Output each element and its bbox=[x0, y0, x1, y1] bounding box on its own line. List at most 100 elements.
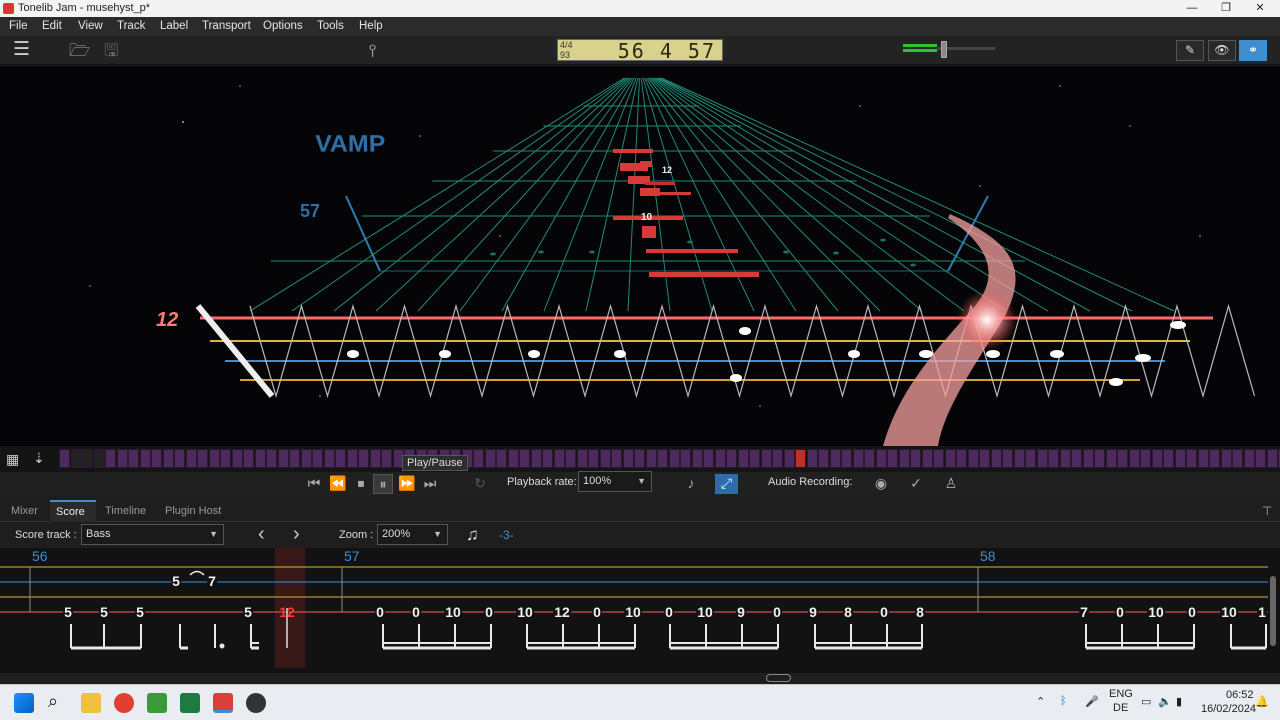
timeline-cell[interactable] bbox=[645, 449, 657, 468]
timeline-cell[interactable] bbox=[795, 449, 806, 468]
chrome-icon[interactable] bbox=[114, 693, 134, 713]
score-scrollbar[interactable] bbox=[1270, 576, 1276, 646]
timeline-cell[interactable] bbox=[346, 449, 358, 468]
timeline-cell[interactable] bbox=[1002, 449, 1013, 468]
timeline-cell[interactable] bbox=[921, 449, 933, 468]
timeline-cell[interactable] bbox=[864, 449, 875, 468]
sheet-app-icon[interactable] bbox=[147, 693, 167, 713]
timeline-cell[interactable] bbox=[1232, 449, 1243, 468]
bluetooth-icon[interactable]: ᛒ bbox=[1060, 695, 1067, 707]
timeline-cell[interactable] bbox=[1036, 449, 1048, 468]
timeline-cell[interactable] bbox=[749, 449, 760, 468]
timeline-cell[interactable] bbox=[220, 449, 231, 468]
timeline-cell[interactable] bbox=[783, 449, 795, 468]
minimize-button[interactable]: — bbox=[1176, 0, 1208, 17]
timeline-cell[interactable] bbox=[979, 449, 990, 468]
timeline-cell[interactable] bbox=[162, 449, 174, 468]
timeline-cell[interactable] bbox=[622, 449, 634, 468]
music-note-icon[interactable]: ♫ bbox=[466, 525, 479, 545]
timeline-cell[interactable] bbox=[323, 449, 335, 468]
timeline-cell[interactable] bbox=[519, 449, 530, 468]
timeline-cell[interactable] bbox=[289, 449, 300, 468]
tab-timeline[interactable]: Timeline bbox=[99, 500, 152, 522]
network-icon[interactable]: ▭ bbox=[1141, 695, 1151, 708]
timeline-cell[interactable] bbox=[484, 449, 496, 468]
timeline-cell[interactable] bbox=[277, 449, 289, 468]
timeline-cell[interactable] bbox=[737, 449, 749, 468]
timeline-cell[interactable] bbox=[496, 449, 507, 468]
timeline-cell[interactable] bbox=[818, 449, 829, 468]
timeline-cell[interactable] bbox=[369, 449, 381, 468]
tab-plugin-host[interactable]: Plugin Host bbox=[159, 500, 227, 522]
timeline-cell[interactable] bbox=[312, 449, 323, 468]
menu-file[interactable]: File bbox=[9, 20, 28, 32]
battery-icon[interactable]: ▮ bbox=[1176, 695, 1182, 708]
resize-handle[interactable] bbox=[766, 674, 791, 682]
menu-track[interactable]: Track bbox=[117, 20, 145, 32]
timeline-cell[interactable] bbox=[772, 449, 783, 468]
timeline-cell[interactable] bbox=[1266, 449, 1278, 468]
timeline-cell[interactable] bbox=[1071, 449, 1082, 468]
timeline-cell[interactable] bbox=[1151, 449, 1163, 468]
timeline-cell[interactable] bbox=[82, 449, 93, 468]
timeline-cell[interactable] bbox=[473, 449, 484, 468]
go-to-start-button[interactable]: ⏮ bbox=[304, 474, 324, 492]
keyboard-layout[interactable]: DE bbox=[1113, 702, 1128, 714]
timeline-cell[interactable] bbox=[852, 449, 864, 468]
clock-date[interactable]: 16/02/2024 bbox=[1201, 703, 1256, 715]
timeline-cell[interactable] bbox=[1174, 449, 1186, 468]
timeline-cell[interactable] bbox=[530, 449, 542, 468]
excel-icon[interactable] bbox=[180, 693, 200, 713]
timeline-cell[interactable] bbox=[657, 449, 668, 468]
rewind-button[interactable]: ⏪ bbox=[328, 474, 348, 492]
timeline-cell[interactable] bbox=[1013, 449, 1025, 468]
transpose-indicator[interactable]: -3- bbox=[499, 528, 514, 542]
menu-view[interactable]: View bbox=[78, 20, 103, 32]
tab-score[interactable]: Score bbox=[50, 500, 96, 522]
timeline-cell[interactable] bbox=[841, 449, 852, 468]
input-language[interactable]: ENG bbox=[1109, 688, 1133, 700]
menu-options[interactable]: Options bbox=[263, 20, 303, 32]
timeline-cell[interactable] bbox=[956, 449, 967, 468]
zoom-select[interactable]: 200% ▼ bbox=[377, 524, 448, 545]
timeline-cell[interactable] bbox=[266, 449, 277, 468]
timeline-cell[interactable] bbox=[542, 449, 553, 468]
save-icon[interactable]: 🖫 bbox=[104, 42, 118, 59]
timeline-cell[interactable] bbox=[116, 449, 128, 468]
timeline-cell[interactable] bbox=[208, 449, 220, 468]
tab-score[interactable]: 56 57 58 5 7 5 5 5 5 12 0 0 10 0 10 12 0 10 0 10 9 0 9 8 0 8… bbox=[0, 548, 1280, 673]
close-button[interactable]: ✕ bbox=[1244, 0, 1276, 17]
edit-mode-button[interactable]: ✎ bbox=[1176, 40, 1204, 61]
metronome-icon[interactable]: ♪ bbox=[681, 474, 701, 492]
tonelib-jam-icon[interactable] bbox=[213, 693, 233, 713]
media-player-icon[interactable] bbox=[246, 693, 266, 713]
timeline-cell[interactable] bbox=[1186, 449, 1197, 468]
loop-icon[interactable]: ↻ bbox=[470, 474, 490, 492]
timeline-cell[interactable] bbox=[611, 449, 622, 468]
timeline-cell[interactable] bbox=[668, 449, 680, 468]
timeline-cell[interactable] bbox=[599, 449, 611, 468]
timeline-cell[interactable] bbox=[760, 449, 772, 468]
timeline-cell[interactable] bbox=[1128, 449, 1140, 468]
prev-track-button[interactable]: ‹ bbox=[258, 523, 265, 546]
timeline-cell[interactable] bbox=[335, 449, 346, 468]
timeline-cell[interactable] bbox=[128, 449, 139, 468]
play-pause-button[interactable]: ⏸ bbox=[373, 474, 393, 494]
timeline-cell[interactable] bbox=[93, 449, 105, 468]
timeline-cell[interactable] bbox=[174, 449, 185, 468]
timeline-cell[interactable] bbox=[139, 449, 151, 468]
fast-forward-button[interactable]: ⏩ bbox=[397, 474, 417, 492]
timeline-cell[interactable] bbox=[829, 449, 841, 468]
timeline-cell[interactable] bbox=[243, 449, 254, 468]
record-icon[interactable]: ◉ bbox=[871, 474, 891, 492]
menu-transport[interactable]: Transport bbox=[202, 20, 251, 32]
start-button-icon[interactable] bbox=[14, 693, 34, 713]
tab-mixer[interactable]: Mixer bbox=[5, 500, 44, 522]
view-mode-button[interactable]: 👁 bbox=[1208, 40, 1236, 61]
timeline-cell[interactable] bbox=[875, 449, 887, 468]
timeline-cell[interactable] bbox=[806, 449, 818, 468]
timeline-cell[interactable] bbox=[576, 449, 588, 468]
timeline-cell[interactable] bbox=[967, 449, 979, 468]
volume-slider-handle[interactable] bbox=[941, 41, 947, 58]
tuner-fork-icon[interactable]: ⫯ bbox=[369, 42, 376, 59]
